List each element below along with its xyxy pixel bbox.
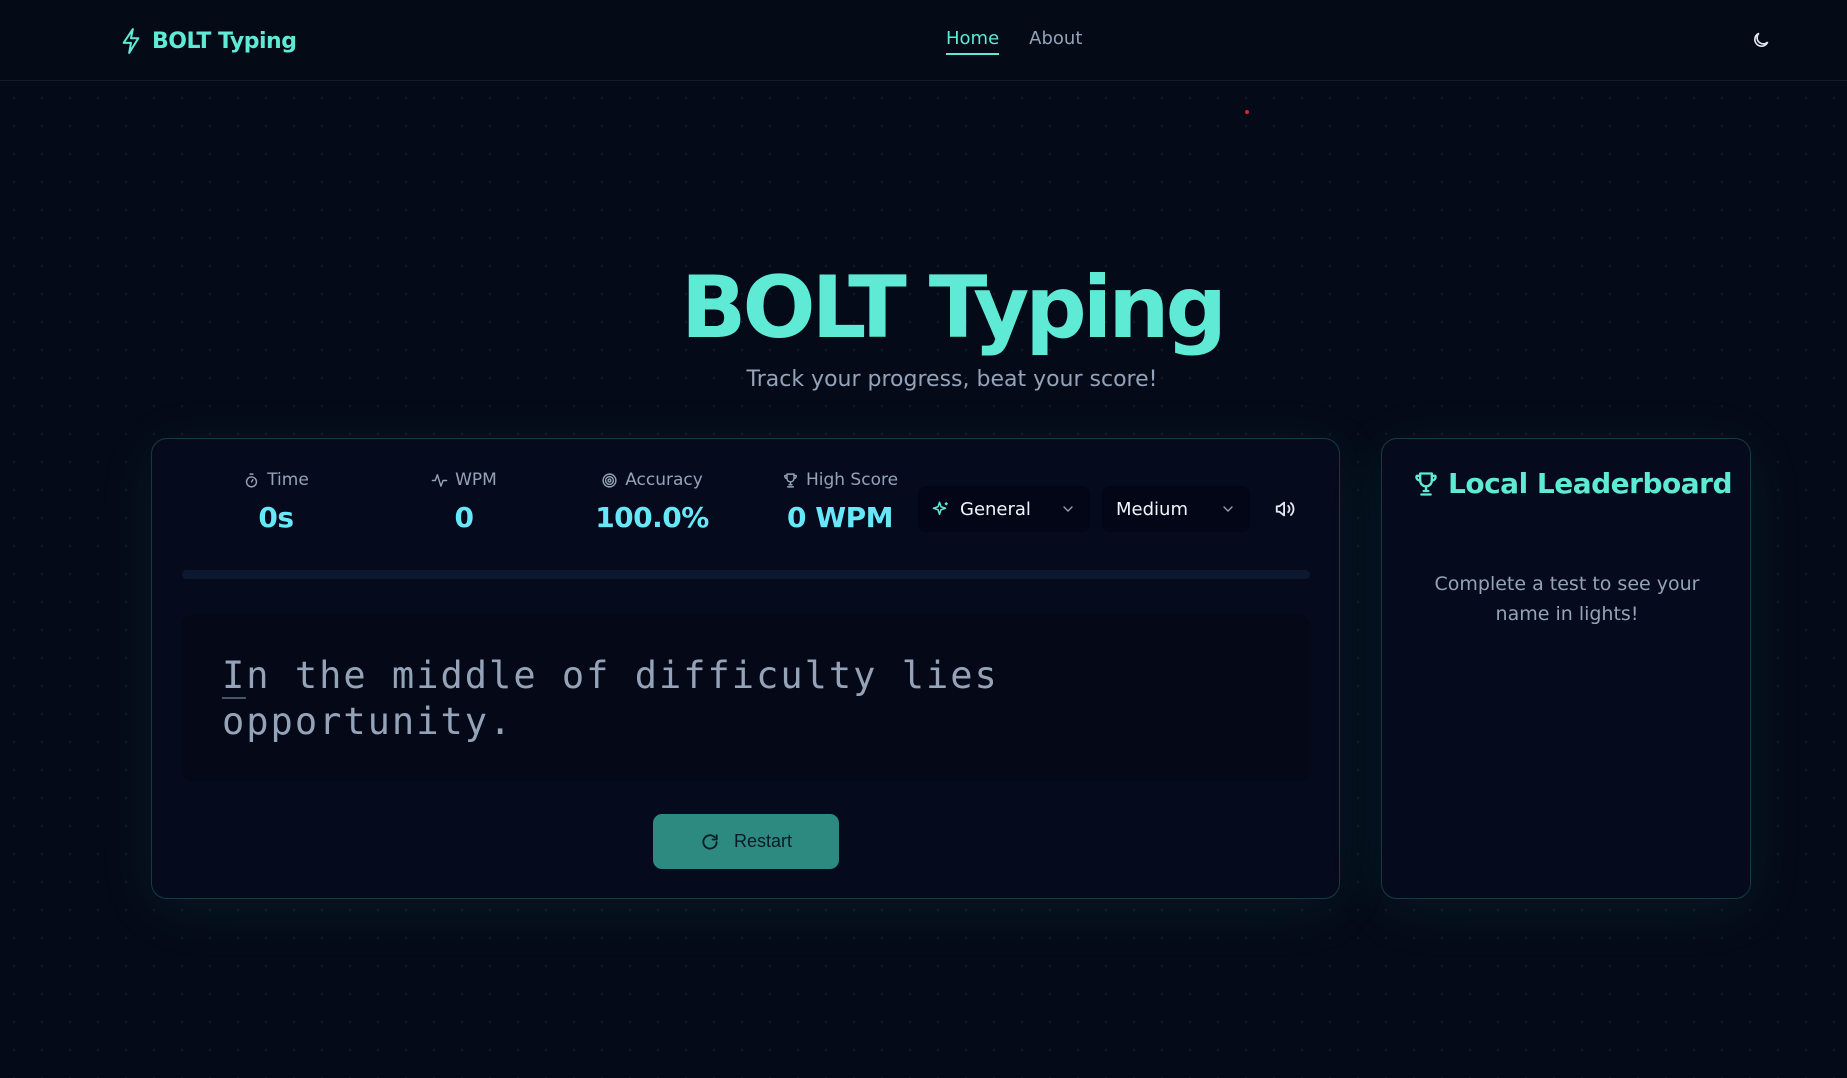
sound-toggle-button[interactable]: [1274, 498, 1298, 522]
stat-high-score-value: 0 WPM: [787, 501, 894, 534]
typing-text-area[interactable]: In the middle of difficulty lies opportu…: [182, 615, 1310, 781]
refresh-icon: [702, 833, 718, 850]
leaderboard-header: Local Leaderboard: [1412, 467, 1733, 500]
target-icon: [602, 472, 617, 488]
trophy-icon: [783, 472, 797, 488]
typing-progress-bar: [182, 570, 1310, 579]
stat-high-score: High Score 0 WPM: [750, 469, 930, 534]
leaderboard-panel: Local Leaderboard Complete a test to see…: [1381, 438, 1751, 899]
typing-cursor-char: I: [222, 654, 247, 699]
stat-high-score-label: High Score: [805, 470, 899, 490]
stat-wpm: WPM 0: [374, 469, 554, 534]
activity-icon: [431, 473, 448, 487]
chevron-down-icon: [1223, 506, 1233, 512]
typing-test-card: Time 0s WPM 0 Accuracy 100.0% High Score: [151, 438, 1340, 899]
difficulty-select[interactable]: Medium: [1102, 486, 1250, 532]
volume-icon: [1275, 501, 1295, 517]
logo-link[interactable]: BOLT Typing: [120, 26, 297, 56]
category-select[interactable]: General: [918, 486, 1090, 532]
stat-accuracy: Accuracy 100.0%: [562, 469, 742, 534]
stopwatch-icon: [246, 472, 258, 488]
restart-button[interactable]: Restart: [653, 814, 839, 869]
stat-wpm-label: WPM: [455, 470, 497, 490]
stat-accuracy-value: 100.0%: [595, 501, 709, 534]
moon-icon: [1754, 32, 1769, 47]
category-select-value: General: [960, 498, 1031, 520]
logo-text: BOLT Typing: [152, 28, 297, 54]
main-nav: Home About: [946, 28, 1082, 55]
typing-text-rest: n the middle of difficulty lies: [246, 654, 999, 697]
red-dot-indicator: [1245, 110, 1249, 114]
trophy-icon: [1415, 471, 1437, 496]
chevron-down-icon: [1063, 506, 1073, 512]
stat-wpm-value: 0: [454, 501, 474, 534]
stat-time: Time 0s: [186, 469, 366, 534]
typing-text-line-2: opportunity.: [222, 700, 514, 743]
difficulty-select-value: Medium: [1116, 498, 1188, 520]
nav-about-link[interactable]: About: [1029, 28, 1082, 55]
stat-accuracy-label: Accuracy: [625, 470, 703, 490]
stat-time-value: 0s: [258, 501, 294, 534]
restart-button-label: Restart: [733, 831, 793, 851]
top-navbar: BOLT Typing Home About: [0, 0, 1847, 81]
theme-toggle-button[interactable]: [1748, 27, 1774, 53]
sparkles-icon: [932, 501, 948, 515]
stat-time-label: Time: [267, 470, 309, 490]
lightning-bolt-icon: [122, 28, 140, 54]
leaderboard-title: Local Leaderboard: [1448, 467, 1733, 500]
nav-home-link[interactable]: Home: [946, 28, 1000, 55]
leaderboard-empty-message: Complete a test to see your name in ligh…: [1434, 573, 1700, 625]
typing-text-line-1: In the middle of difficulty lies: [222, 653, 1270, 699]
page-title: BOLT Typing: [680, 258, 1227, 358]
page-subtitle: Track your progress, beat your score!: [746, 367, 1158, 392]
